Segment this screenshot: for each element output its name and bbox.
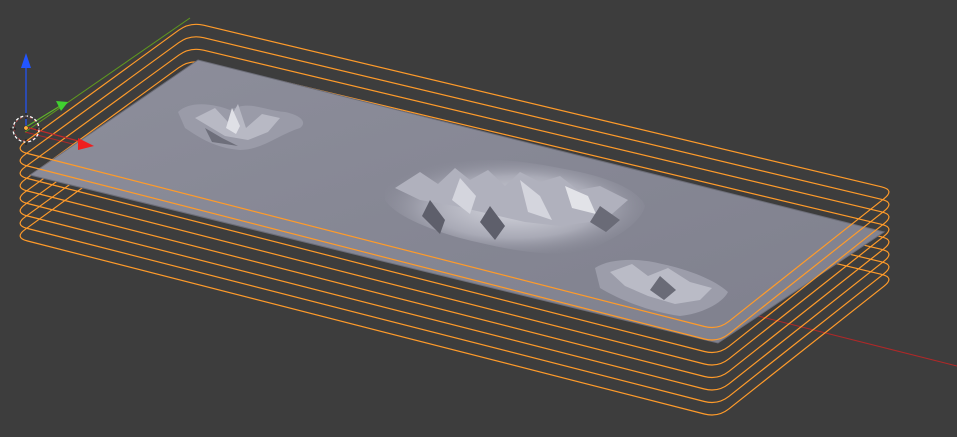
z-axis-arrow-head[interactable]: [21, 53, 31, 68]
viewport-scene[interactable]: [0, 0, 957, 437]
object-origin-icon: [23, 125, 29, 131]
axis-gizmo[interactable]: [21, 53, 94, 150]
3d-viewport[interactable]: [0, 0, 957, 437]
